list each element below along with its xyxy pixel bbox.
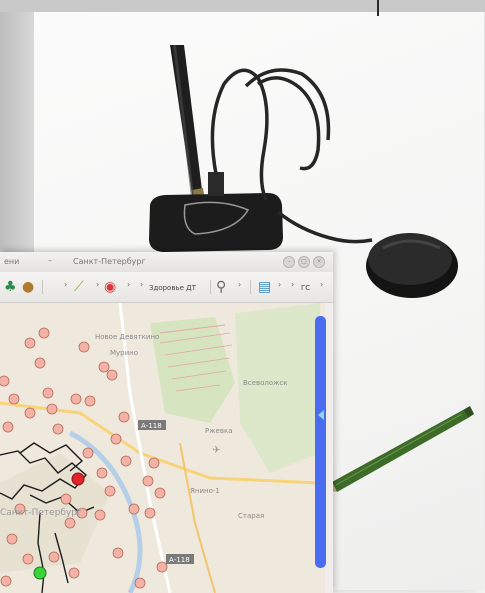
main-toolbar: ♣ ● › ⟋ › ◉ › › Здоровье ДТ ⚲ › ▤ › › ГС… xyxy=(0,272,333,303)
route-tool-icon[interactable]: ⟋ xyxy=(74,278,84,296)
airport-icon: ✈ xyxy=(212,445,220,456)
label-vsevolozhsk: Всеволожск xyxy=(243,379,288,387)
scrollbar-handle-icon[interactable] xyxy=(318,410,324,420)
current-position-marker[interactable] xyxy=(71,472,85,486)
toolbar-separator xyxy=(250,280,251,294)
close-icon[interactable]: × xyxy=(313,256,325,268)
map-svg: Новое Девяткино Мурино Всеволожск А-118 … xyxy=(0,303,325,593)
menu-label[interactable]: ени xyxy=(4,257,19,266)
toolbar-separator xyxy=(210,280,211,294)
tree-icon[interactable]: ♣ xyxy=(4,278,17,296)
toolbar-separator xyxy=(42,280,43,294)
chevron-right-icon: › xyxy=(320,280,324,289)
label-road-a118-top: А-118 xyxy=(141,422,162,430)
minimize-icon[interactable]: – xyxy=(283,256,295,268)
start-marker[interactable] xyxy=(33,566,47,580)
map-side-scrollbar[interactable] xyxy=(315,316,326,568)
chevron-right-icon: › xyxy=(96,280,100,289)
chevron-right-icon: › xyxy=(140,280,144,289)
label-staraya: Старая xyxy=(238,512,264,520)
maximize-icon[interactable]: □ xyxy=(298,256,310,268)
chevron-right-icon: › xyxy=(278,280,282,289)
gps-label[interactable]: ГС xyxy=(301,284,310,292)
zoom-in-icon[interactable]: ⚲ xyxy=(216,278,226,296)
window-title: Санкт-Петербург xyxy=(73,257,146,266)
stop-icon[interactable]: ◉ xyxy=(104,278,116,296)
map-app-window: ени – Санкт-Петербург – □ × ♣ ● › ⟋ › ◉ … xyxy=(0,252,333,593)
label-road-a118-bottom: А-118 xyxy=(169,556,190,564)
chevron-right-icon: › xyxy=(127,280,131,289)
label-murino: Мурино xyxy=(110,349,138,357)
globe-icon[interactable]: ● xyxy=(22,278,34,296)
chevron-right-icon: › xyxy=(64,280,68,289)
health-label[interactable]: Здоровье ДТ xyxy=(149,284,196,292)
label-novoe-devyatkino: Новое Девяткино xyxy=(95,333,159,341)
layers-icon[interactable]: ▤ xyxy=(258,278,271,296)
antenna xyxy=(170,45,206,210)
title-separator: – xyxy=(48,256,52,265)
map-canvas[interactable]: Новое Девяткино Мурино Всеволожск А-118 … xyxy=(0,303,325,593)
gps-puck xyxy=(366,233,458,298)
green-pencil xyxy=(324,406,474,492)
chevron-right-icon: › xyxy=(291,280,295,289)
label-saint-petersburg: Санкт-Петербург xyxy=(0,508,82,518)
label-yanino: Янино-1 xyxy=(190,487,220,495)
label-rzhevka: Ржевка xyxy=(205,427,232,435)
window-titlebar: ени – Санкт-Петербург – □ × xyxy=(0,252,333,272)
chevron-right-icon: › xyxy=(238,280,242,289)
